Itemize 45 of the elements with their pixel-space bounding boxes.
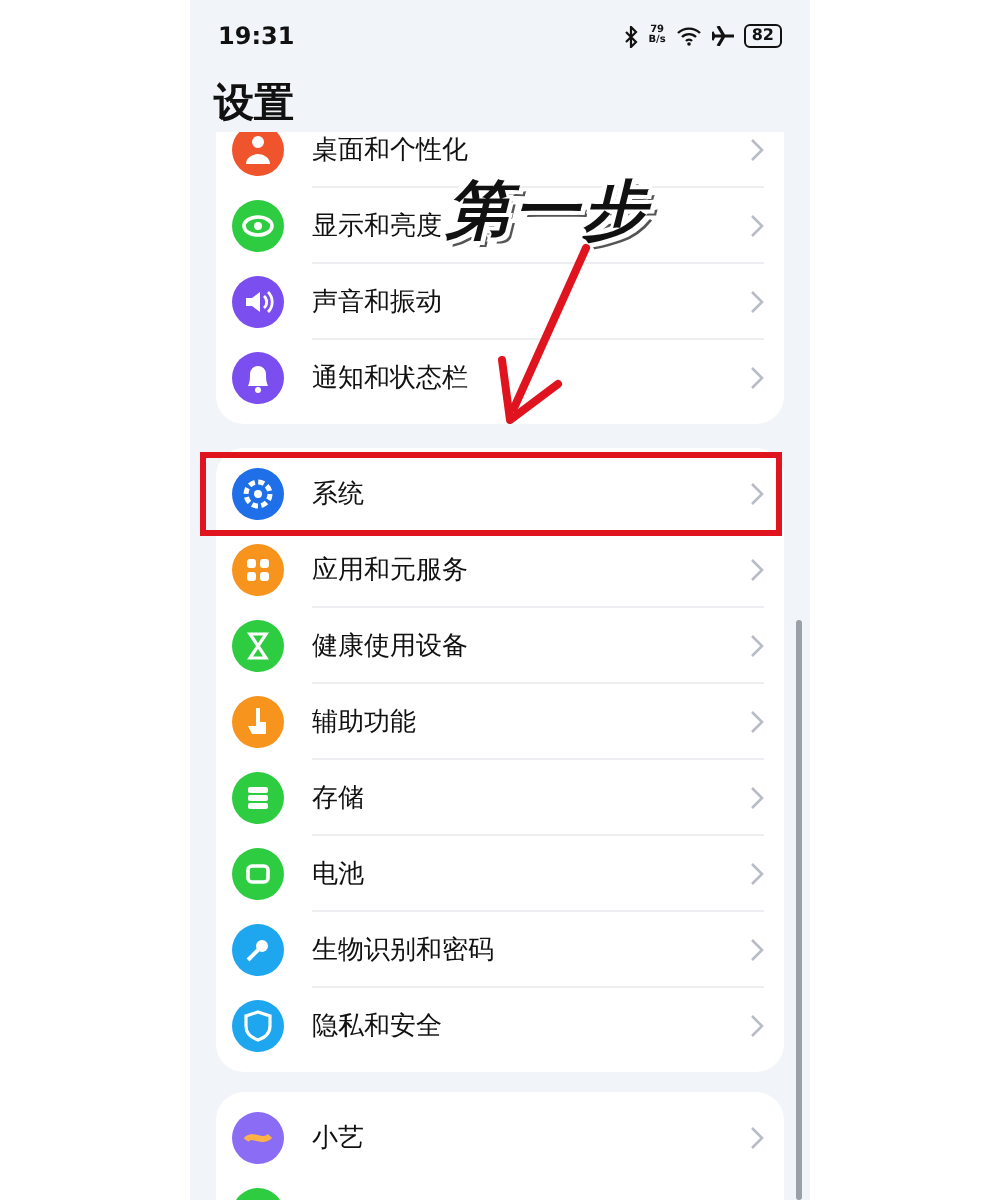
chevron-icon xyxy=(748,289,764,313)
eye-icon xyxy=(232,200,284,252)
settings-item[interactable]: 健康使用设备 xyxy=(312,627,468,663)
battery-icon xyxy=(232,848,284,900)
chevron-icon xyxy=(748,557,764,581)
gear-icon xyxy=(232,468,284,520)
shield-icon xyxy=(232,1000,284,1052)
chevron-icon xyxy=(748,1014,764,1038)
bell-icon xyxy=(232,352,284,404)
wifi-icon xyxy=(675,26,702,46)
settings-item[interactable]: 电池 xyxy=(312,855,364,891)
chevron-icon xyxy=(748,709,764,733)
settings-item[interactable]: 存储 xyxy=(312,779,364,815)
battery-level: 82 xyxy=(743,24,782,48)
chevron-icon xyxy=(748,213,764,237)
settings-item[interactable]: 应用和元服务 xyxy=(312,551,468,587)
page-title: 设置 xyxy=(211,75,296,129)
chevron-icon xyxy=(748,137,764,161)
chevron-icon xyxy=(748,1126,764,1150)
settings-item[interactable]: 显示和亮度 xyxy=(312,207,442,243)
settings-item[interactable]: 隐私和安全 xyxy=(312,1008,442,1044)
annotation-text: 第一步 xyxy=(446,170,650,252)
assistant-icon xyxy=(232,1112,284,1164)
settings-item[interactable]: 小艺 xyxy=(312,1120,364,1156)
chevron-icon xyxy=(748,785,764,809)
speaker-icon xyxy=(232,276,284,328)
storage-icon xyxy=(232,772,284,824)
settings-item[interactable]: 桌面和个性化 xyxy=(312,132,468,167)
settings-item[interactable]: 生物识别和密码 xyxy=(312,931,494,967)
hand-icon xyxy=(232,696,284,748)
settings-item[interactable]: 系统 xyxy=(312,475,364,511)
bluetooth-icon xyxy=(624,25,639,47)
chevron-icon xyxy=(748,861,764,885)
time: 19:31 xyxy=(218,22,295,50)
key-icon xyxy=(232,924,284,976)
chevron-icon xyxy=(748,481,764,505)
airplane-icon xyxy=(711,26,734,46)
chevron-icon xyxy=(748,633,764,657)
hourglass-icon xyxy=(232,620,284,672)
chevron-icon xyxy=(748,937,764,961)
grid-icon xyxy=(232,544,284,596)
settings-item[interactable]: 通知和状态栏 xyxy=(312,360,468,396)
settings-item[interactable]: 声音和振动 xyxy=(312,283,442,319)
chevron-icon xyxy=(748,366,764,390)
settings-item[interactable]: 辅助功能 xyxy=(312,703,416,739)
